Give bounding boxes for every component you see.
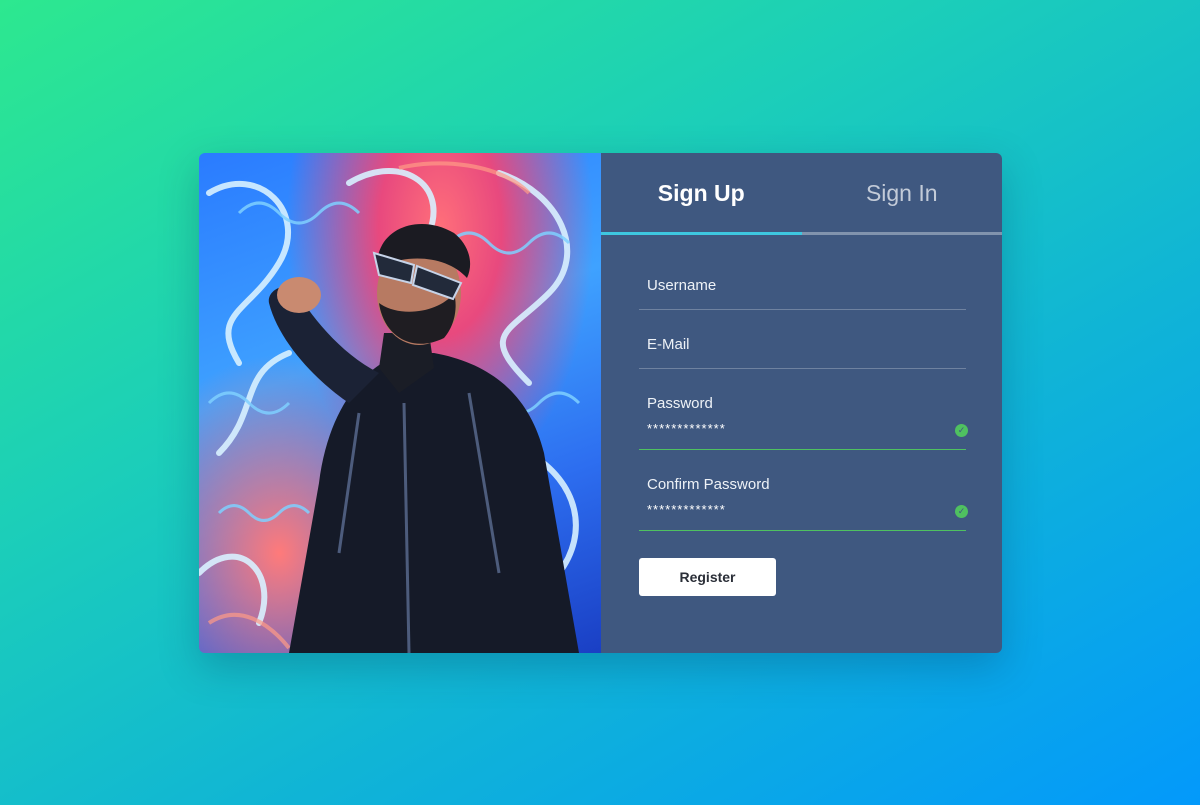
username-field[interactable]: Username bbox=[639, 235, 966, 310]
register-button[interactable]: Register bbox=[639, 558, 776, 596]
tab-sign-in[interactable]: Sign In bbox=[802, 153, 1003, 235]
confirm-password-field[interactable]: Confirm Password ✓ bbox=[639, 450, 968, 531]
email-field[interactable]: E-Mail bbox=[639, 310, 966, 369]
auth-tabs: Sign Up Sign In bbox=[601, 153, 1002, 235]
confirm-password-input[interactable] bbox=[639, 499, 927, 519]
password-field[interactable]: Password ✓ bbox=[639, 369, 968, 450]
signup-form: Username E-Mail Password ✓ Confirm Passw… bbox=[639, 235, 968, 531]
password-input[interactable] bbox=[639, 418, 927, 438]
form-panel: Sign Up Sign In Username E-Mail Password… bbox=[601, 153, 1002, 653]
password-check-icon: ✓ bbox=[955, 424, 968, 437]
neon-portrait-image bbox=[199, 161, 581, 653]
hero-photo bbox=[199, 153, 601, 653]
signup-card: Sign Up Sign In Username E-Mail Password… bbox=[199, 153, 1002, 653]
tab-sign-up[interactable]: Sign Up bbox=[601, 153, 802, 235]
password-label: Password bbox=[647, 395, 713, 412]
confirm-password-check-icon: ✓ bbox=[955, 505, 968, 518]
username-label: Username bbox=[647, 277, 717, 294]
email-label: E-Mail bbox=[647, 336, 690, 353]
confirm-password-label: Confirm Password bbox=[647, 476, 770, 493]
